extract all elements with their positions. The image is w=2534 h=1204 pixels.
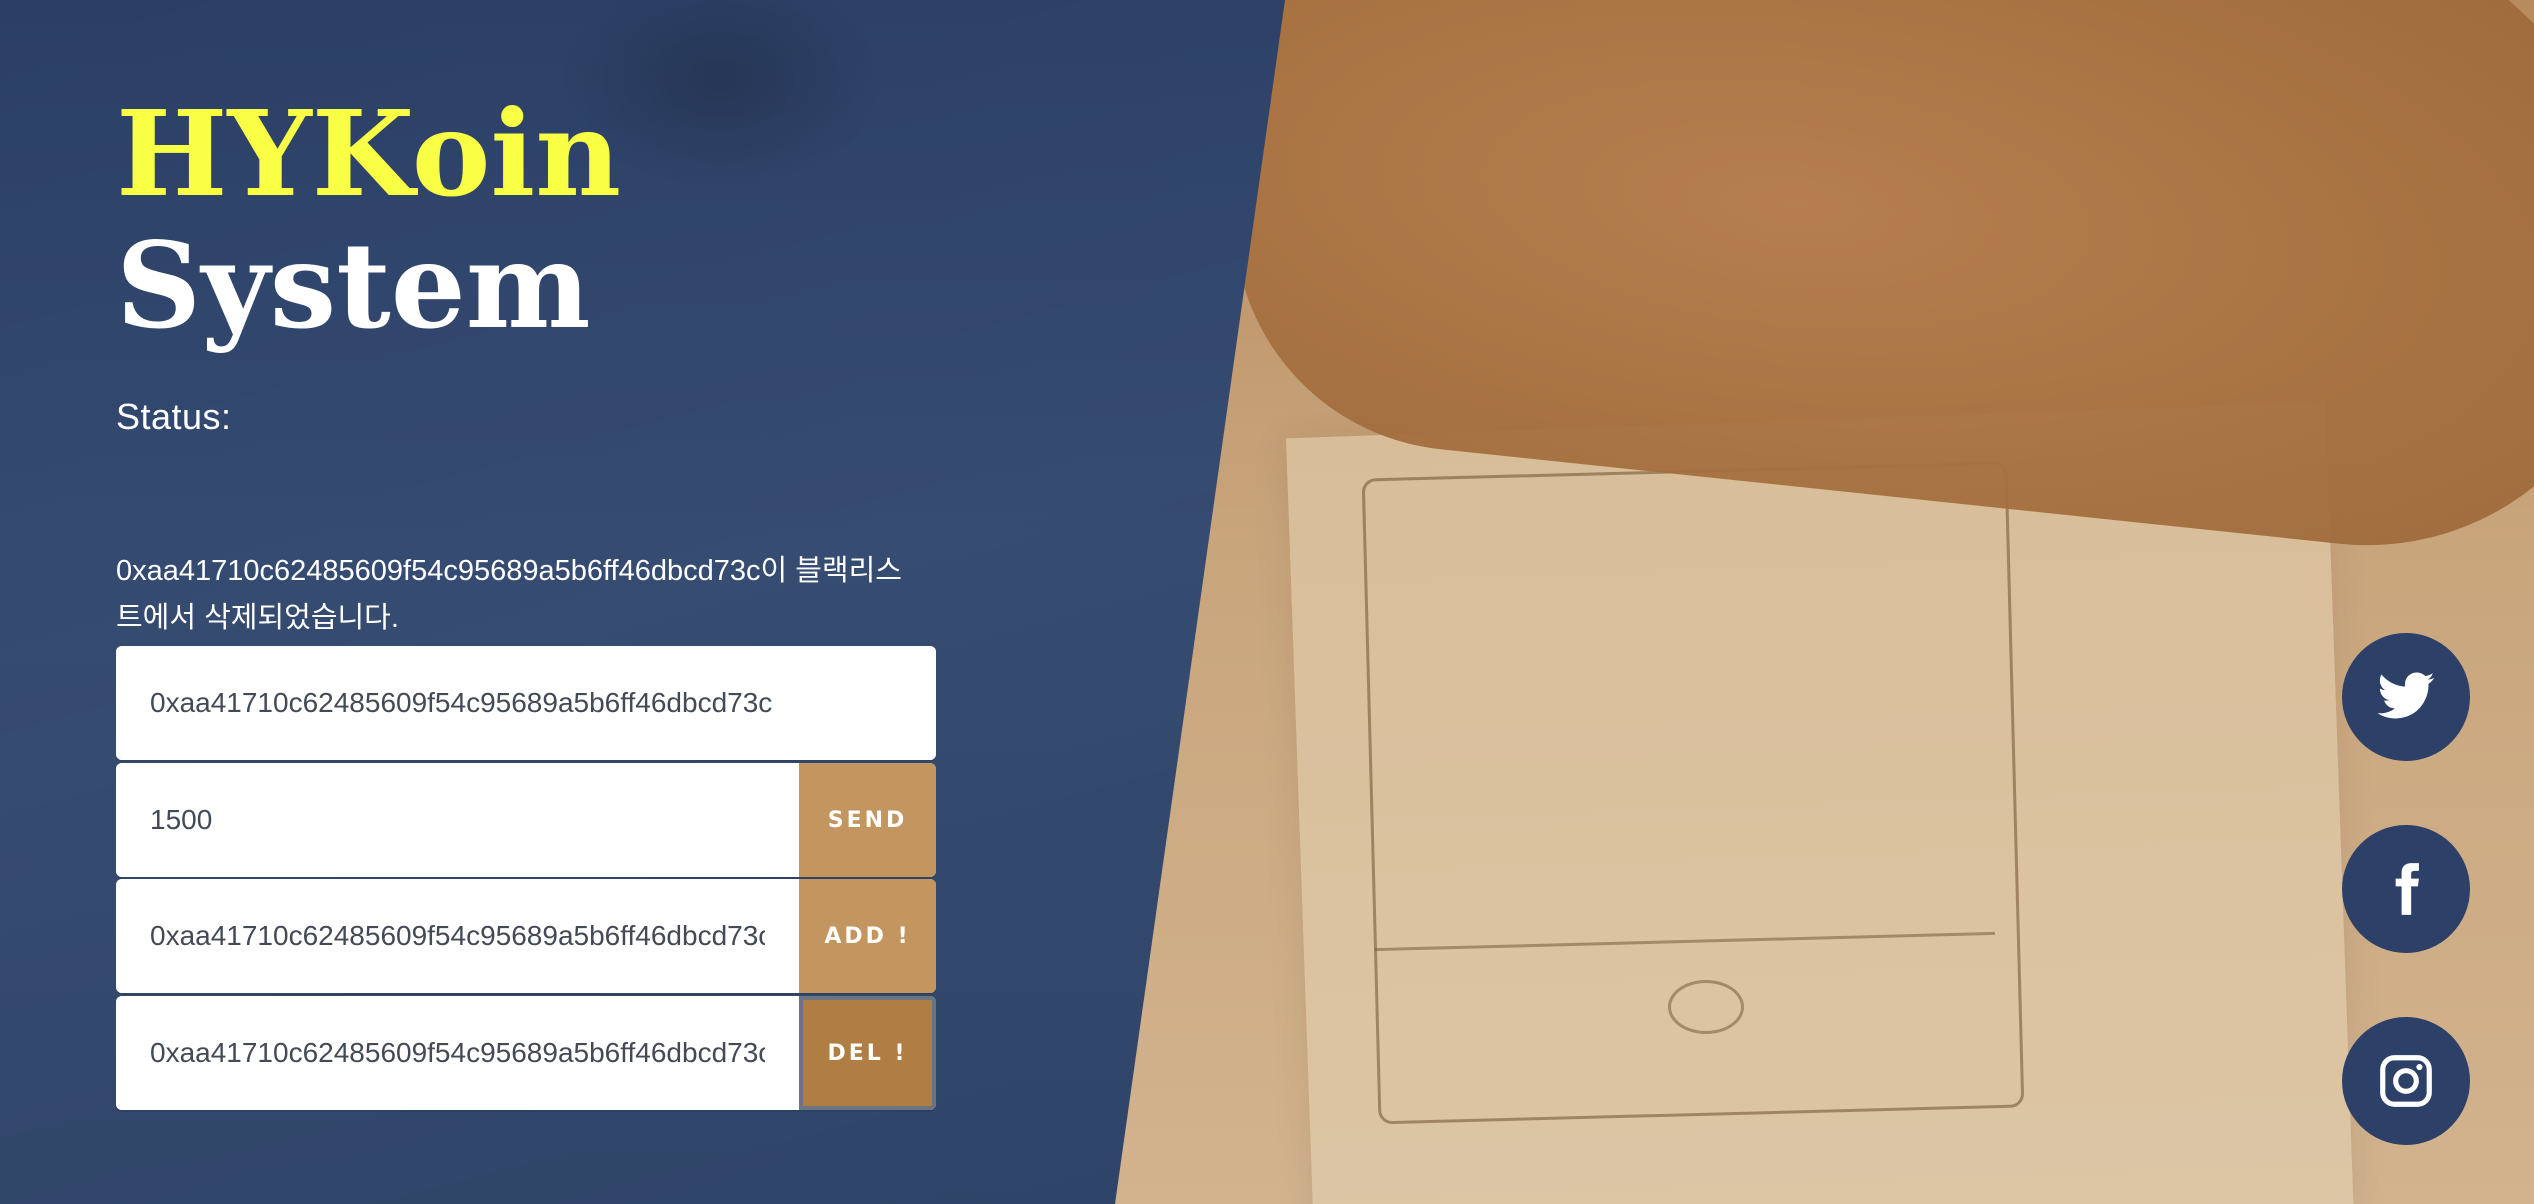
send-button[interactable]: SEND (799, 763, 936, 877)
add-address-input[interactable] (116, 879, 799, 993)
title-brand: HYKoin (116, 84, 622, 223)
address-input[interactable] (116, 646, 936, 760)
twitter-icon (2377, 672, 2435, 719)
instagram-icon (2380, 1055, 2432, 1107)
page-title: HYKoin System (116, 88, 621, 352)
instagram-link[interactable] (2342, 1017, 2470, 1145)
del-row: DEL ! (116, 996, 936, 1110)
send-row: SEND (116, 763, 936, 877)
add-button[interactable]: ADD ! (799, 879, 936, 993)
address-row (116, 646, 936, 760)
facebook-link[interactable] (2342, 825, 2470, 953)
facebook-icon (2395, 863, 2419, 915)
del-button[interactable]: DEL ! (799, 996, 936, 1110)
amount-input[interactable] (116, 763, 799, 877)
status-message: 0xaa41710c62485609f54c95689a5b6ff46dbcd7… (116, 555, 902, 634)
twitter-link[interactable] (2342, 633, 2470, 761)
sketch-home-button (1668, 980, 1744, 1034)
status-label: Status: (116, 396, 232, 437)
del-address-input[interactable] (116, 996, 799, 1110)
title-system: System (116, 216, 591, 355)
add-row: ADD ! (116, 879, 936, 993)
